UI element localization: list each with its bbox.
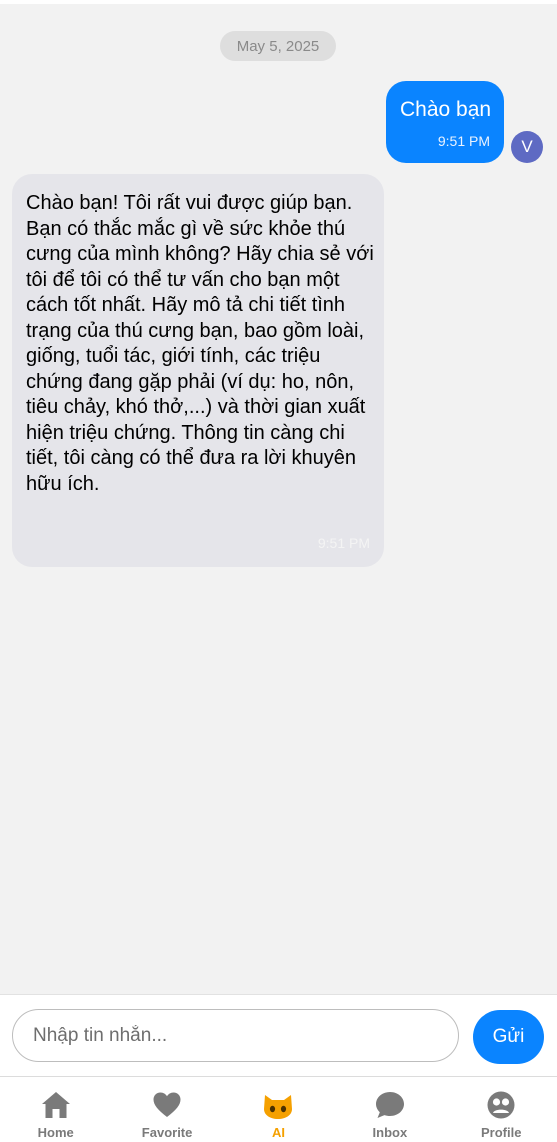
tab-profile[interactable]: Profile <box>446 1077 557 1142</box>
profile-icon <box>484 1089 518 1121</box>
tab-label: Profile <box>481 1125 522 1140</box>
message-composer: Gửi <box>0 994 557 1076</box>
tab-favorite[interactable]: Favorite <box>111 1077 222 1142</box>
chat-bubble-icon <box>373 1089 407 1121</box>
heart-icon <box>150 1089 184 1121</box>
message-input[interactable] <box>12 1009 459 1062</box>
tab-label: Home <box>37 1125 74 1140</box>
tab-inbox[interactable]: Inbox <box>334 1077 445 1142</box>
send-button[interactable]: Gửi <box>473 1010 544 1064</box>
tab-home[interactable]: Home <box>0 1077 111 1142</box>
chat-screen: May 5, 2025 Chào bạn 9:51 PM V Chào bạn!… <box>0 0 557 1142</box>
bottom-tab-bar: Home Favorite AI Inbox Profile <box>0 1076 557 1142</box>
status-bar-edge <box>0 0 557 4</box>
tab-label: Inbox <box>372 1125 408 1140</box>
tab-label: AI <box>271 1125 285 1140</box>
tab-label: Favorite <box>141 1125 193 1140</box>
assistant-message-bubble[interactable]: Chào bạn! Tôi rất vui được giúp bạn. Bạn… <box>12 174 384 567</box>
user-message-bubble[interactable]: Chào bạn 9:51 PM <box>386 81 504 163</box>
user-message-text: Chào bạn <box>400 98 492 121</box>
assistant-message-time: 9:51 PM <box>317 535 370 551</box>
tab-ai[interactable]: AI <box>223 1077 334 1142</box>
date-separator: May 5, 2025 <box>220 31 336 61</box>
assistant-message-text: Chào bạn! Tôi rất vui được giúp bạn. Bạn… <box>26 192 374 495</box>
cat-icon <box>261 1089 295 1121</box>
home-icon <box>39 1089 73 1121</box>
avatar[interactable]: V <box>511 131 543 163</box>
user-message-time: 9:51 PM <box>437 133 490 149</box>
